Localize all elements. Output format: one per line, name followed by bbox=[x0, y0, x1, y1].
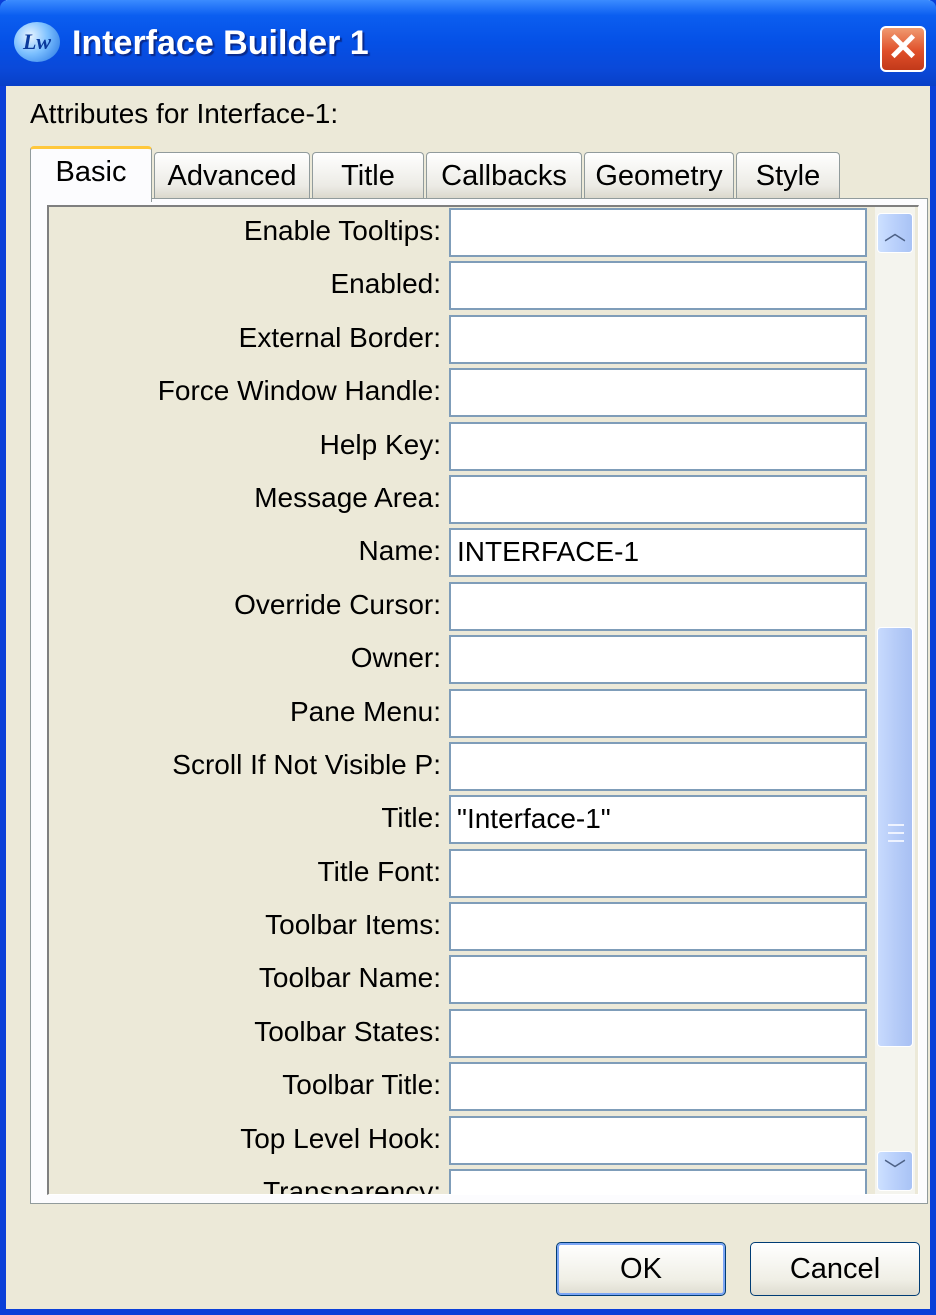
attribute-row: Name: INTERFACE-1 bbox=[49, 527, 867, 580]
attribute-row: Transparency: bbox=[49, 1168, 867, 1195]
vertical-scrollbar[interactable]: ︿ ﹀ bbox=[875, 207, 915, 1194]
attribute-row: Force Window Handle: bbox=[49, 367, 867, 420]
tab-callbacks[interactable]: Callbacks bbox=[426, 152, 582, 200]
scroll-down-button[interactable]: ﹀ bbox=[877, 1151, 913, 1191]
title-bar[interactable]: Lw Interface Builder 1 ✕ bbox=[0, 0, 936, 86]
attribute-label: Top Level Hook: bbox=[240, 1122, 441, 1154]
attribute-value-field[interactable] bbox=[449, 474, 867, 524]
tab-style[interactable]: Style bbox=[736, 152, 840, 200]
chevron-up-icon: ︿ bbox=[883, 220, 906, 245]
cancel-button[interactable]: Cancel bbox=[750, 1242, 920, 1296]
attribute-value-field[interactable] bbox=[449, 635, 867, 685]
attribute-value-field[interactable] bbox=[449, 955, 867, 1005]
attribute-row: Override Cursor: bbox=[49, 581, 867, 634]
attribute-value-field[interactable] bbox=[449, 261, 867, 311]
attribute-label: Scroll If Not Visible P: bbox=[172, 748, 441, 780]
attribute-row: Owner: bbox=[49, 634, 867, 687]
attribute-value-field[interactable]: "Interface-1" bbox=[449, 795, 867, 845]
attribute-label: Message Area: bbox=[254, 481, 441, 513]
ok-button[interactable]: OK bbox=[556, 1242, 726, 1296]
scroll-thumb[interactable] bbox=[877, 627, 913, 1047]
app-icon: Lw bbox=[14, 22, 60, 62]
attribute-row: Toolbar Name: bbox=[49, 954, 867, 1007]
grip-icon bbox=[888, 824, 904, 848]
attribute-row: Top Level Hook: bbox=[49, 1115, 867, 1168]
attribute-value-field[interactable] bbox=[449, 314, 867, 364]
close-icon: ✕ bbox=[887, 27, 919, 69]
attribute-value-field[interactable] bbox=[449, 1169, 867, 1194]
attribute-row: Scroll If Not Visible P: bbox=[49, 741, 867, 794]
chevron-down-icon: ﹀ bbox=[883, 1158, 906, 1183]
attribute-value-field[interactable]: INTERFACE-1 bbox=[449, 528, 867, 578]
attribute-label: Title: bbox=[381, 802, 441, 834]
dialog-window: Lw Interface Builder 1 ✕ Attributes for … bbox=[0, 0, 936, 1315]
attribute-label: Force Window Handle: bbox=[157, 375, 441, 407]
attribute-value-field[interactable] bbox=[449, 208, 867, 257]
scroll-up-button[interactable]: ︿ bbox=[877, 213, 913, 253]
attribute-value-field[interactable] bbox=[449, 581, 867, 631]
attribute-value-field[interactable] bbox=[449, 1115, 867, 1165]
attribute-label: Toolbar Title: bbox=[282, 1069, 441, 1101]
attribute-row: Enabled: bbox=[49, 260, 867, 313]
attribute-label: Enable Tooltips: bbox=[243, 215, 441, 246]
tab-title[interactable]: Title bbox=[312, 152, 424, 200]
attribute-label: Title Font: bbox=[317, 855, 441, 887]
attribute-rows: Enable Tooltips: Enabled: External Borde… bbox=[49, 207, 867, 1195]
attribute-label: Override Cursor: bbox=[234, 588, 441, 620]
attribute-value-field[interactable] bbox=[449, 421, 867, 471]
attribute-value-field[interactable] bbox=[449, 902, 867, 952]
attribute-value-field[interactable] bbox=[449, 848, 867, 898]
tab-basic[interactable]: Basic bbox=[30, 146, 152, 202]
attribute-label: Toolbar States: bbox=[254, 1015, 441, 1047]
attribute-value-field[interactable] bbox=[449, 688, 867, 738]
close-button[interactable]: ✕ bbox=[880, 26, 926, 72]
attribute-label: Toolbar Name: bbox=[258, 962, 441, 994]
attribute-row: Toolbar Items: bbox=[49, 901, 867, 954]
tab-strip: Basic Advanced Title Callbacks Geometry … bbox=[6, 146, 930, 202]
attribute-value-field[interactable] bbox=[449, 1062, 867, 1112]
window-title: Interface Builder 1 bbox=[72, 24, 369, 62]
attribute-label: Enabled: bbox=[330, 268, 441, 300]
attribute-value-field[interactable] bbox=[449, 1008, 867, 1058]
attribute-label: Pane Menu: bbox=[290, 695, 441, 727]
attribute-row: Toolbar States: bbox=[49, 1008, 867, 1061]
attribute-row: Message Area: bbox=[49, 474, 867, 527]
attribute-row: Toolbar Title: bbox=[49, 1061, 867, 1114]
tab-geometry[interactable]: Geometry bbox=[584, 152, 734, 200]
attribute-label: Transparency: bbox=[263, 1176, 441, 1195]
attribute-row: Title: "Interface-1" bbox=[49, 794, 867, 847]
attribute-row: Help Key: bbox=[49, 421, 867, 474]
attribute-label: External Border: bbox=[238, 321, 441, 353]
attribute-row: Pane Menu: bbox=[49, 688, 867, 741]
attribute-label: Toolbar Items: bbox=[265, 909, 441, 941]
attribute-value-field[interactable] bbox=[449, 368, 867, 418]
tab-panel-basic: Enable Tooltips: Enabled: External Borde… bbox=[30, 198, 928, 1204]
tab-advanced[interactable]: Advanced bbox=[154, 152, 310, 200]
attribute-label: Name: bbox=[358, 535, 441, 567]
attribute-row: Title Font: bbox=[49, 848, 867, 901]
attribute-row: External Border: bbox=[49, 314, 867, 367]
attribute-label: Owner: bbox=[350, 642, 441, 674]
attribute-row: Enable Tooltips: bbox=[49, 207, 867, 260]
attributes-label: Attributes for Interface-1: bbox=[30, 98, 339, 129]
attribute-grid: Enable Tooltips: Enabled: External Borde… bbox=[47, 205, 919, 1195]
attribute-label: Help Key: bbox=[319, 428, 441, 460]
attribute-value-field[interactable] bbox=[449, 741, 867, 791]
